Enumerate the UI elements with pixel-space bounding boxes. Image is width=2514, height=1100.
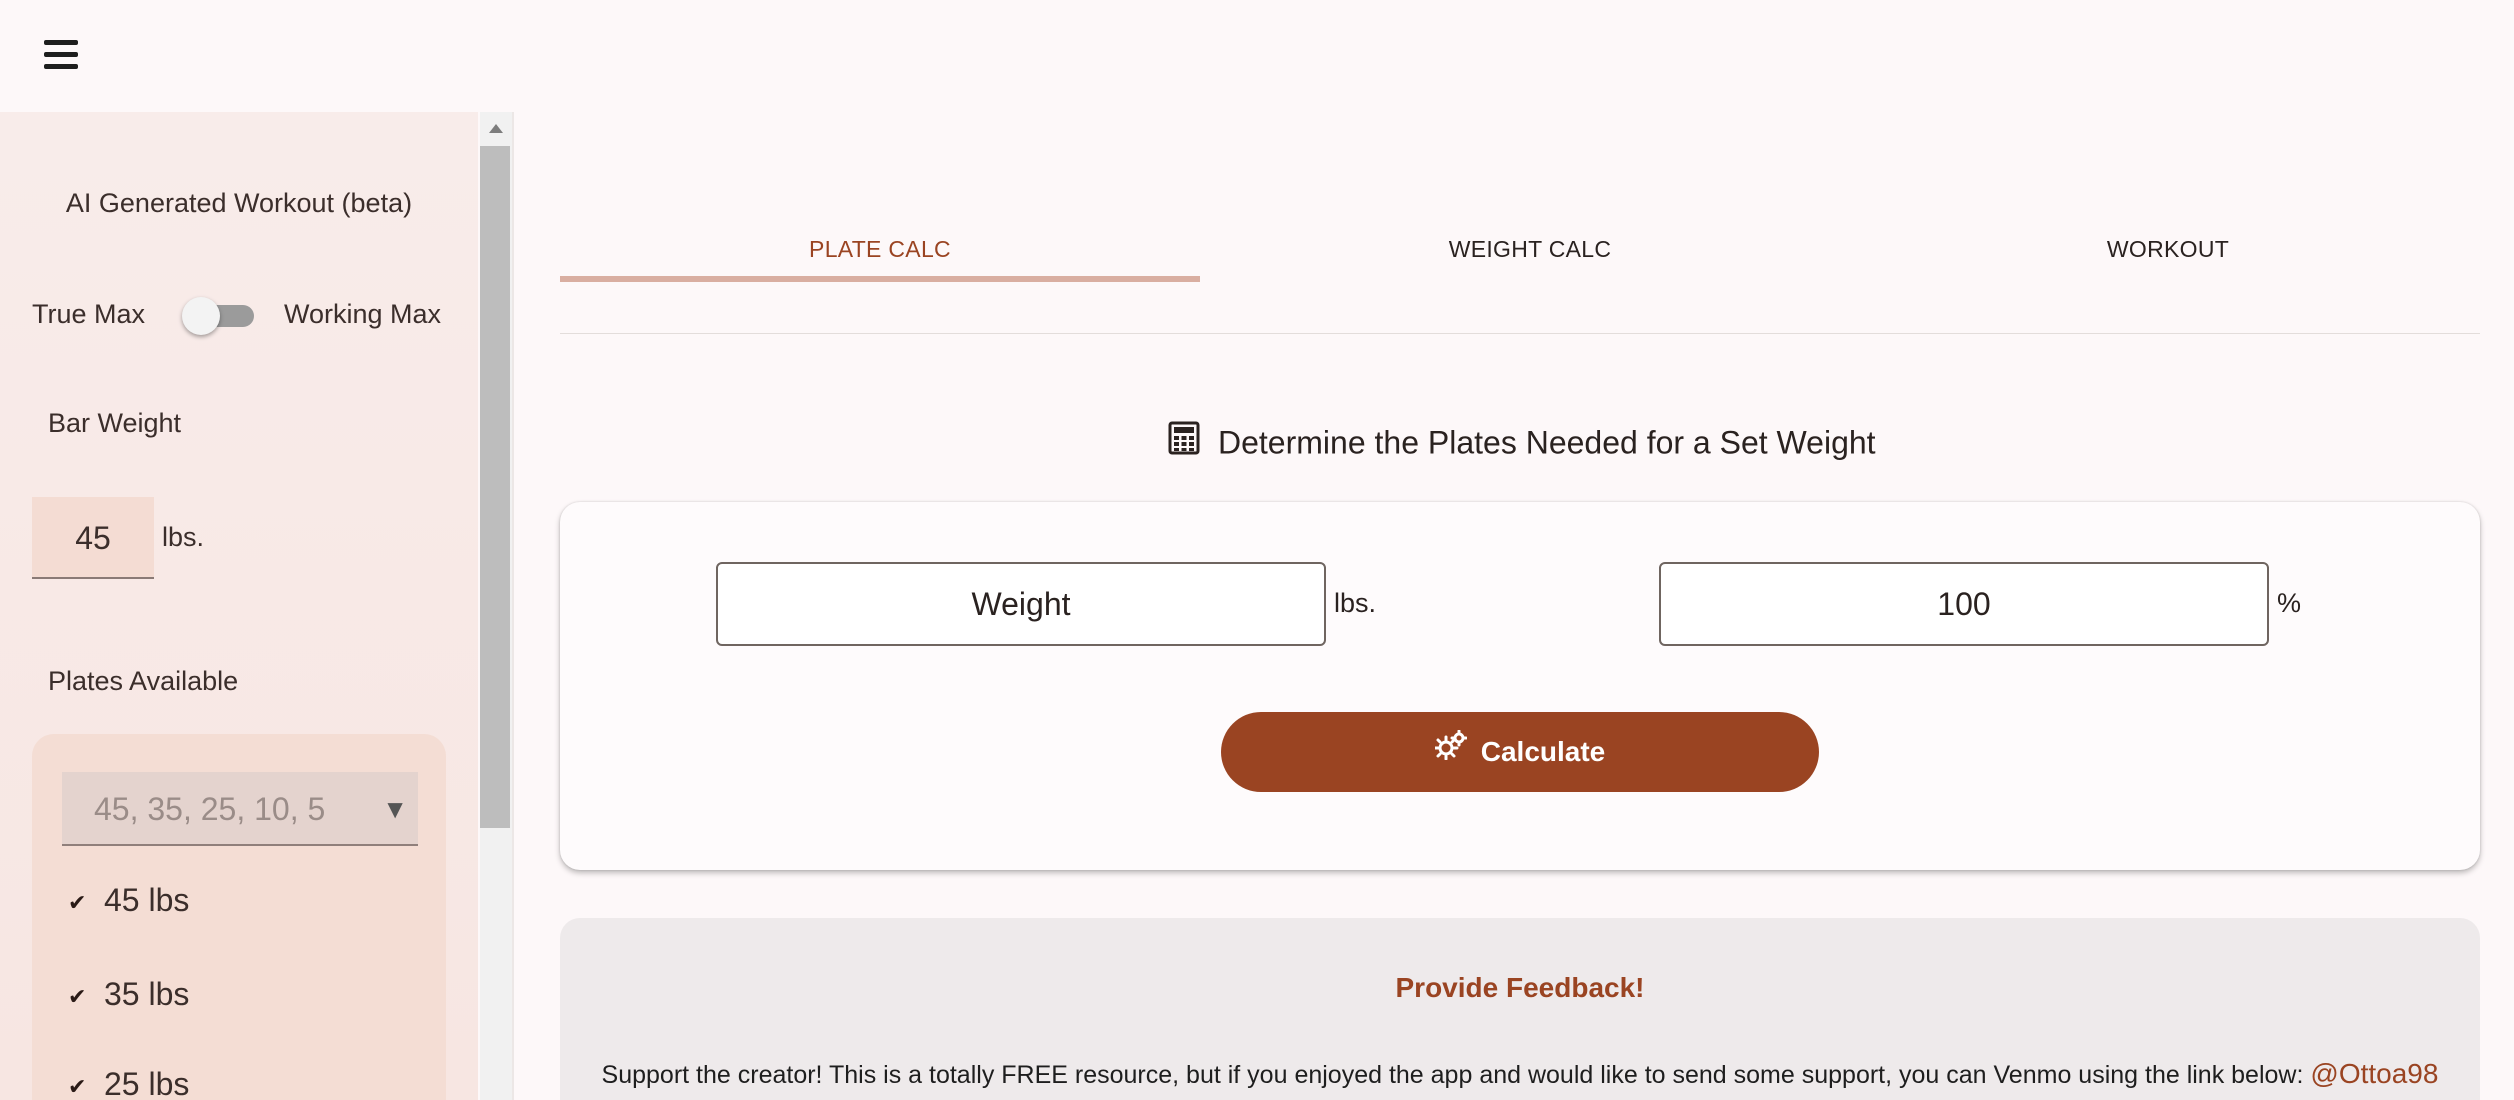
support-message: Support the creator! This is a totally F… [601,1061,2304,1089]
plate-option-label: 35 lbs [104,976,190,1012]
support-text: Support the creator! This is a totally F… [560,1058,2480,1090]
weight-unit: lbs. [1334,588,1377,618]
plate-option-35[interactable]: ✔ 35 lbs [68,972,189,1016]
calculate-label: Calculate [1480,736,1606,767]
plate-option-45[interactable]: ✔ 45 lbs [68,878,189,922]
page-heading: Determine the Plates Needed for a Set We… [1168,421,1876,466]
feedback-card: Provide Feedback! Support the creator! T… [560,918,2480,1100]
top-bar [0,0,2514,112]
check-icon: ✔ [68,983,87,1009]
provide-feedback-link[interactable]: Provide Feedback! [560,972,2480,1004]
check-icon: ✔ [68,1073,87,1099]
weight-input[interactable]: Weight [716,562,1326,646]
percent-input[interactable]: 100 [1659,562,2269,646]
plates-select[interactable]: 45, 35, 25, 10, 5 ▼ [62,772,418,846]
tabs-divider [560,333,2480,334]
tab-weight-calc[interactable]: WEIGHT CALC [1210,210,1850,280]
plates-available-label: Plates Available [48,666,239,696]
calculate-button[interactable]: Calculate [1221,712,1819,792]
gears-icon [1433,711,1468,791]
tab-label: WORKOUT [2106,236,2230,262]
tab-bar: PLATE CALC WEIGHT CALC WORKOUT [560,210,2480,282]
plates-panel: 45, 35, 25, 10, 5 ▼ ✔ 45 lbs ✔ 35 lbs ✔ 25 … [32,734,446,1100]
max-toggle-row: True Max Working Max [32,295,452,335]
heading-text: Determine the Plates Needed for a Set We… [1218,424,1876,461]
check-icon: ✔ [68,889,87,915]
tab-label: WEIGHT CALC [1448,236,1612,262]
plates-select-value: 45, 35, 25, 10, 5 [94,791,326,827]
max-type-toggle[interactable] [182,297,258,335]
bar-weight-label: Bar Weight [48,408,182,438]
plate-calc-card: Weight lbs. 100 % Calculate [560,502,2480,870]
scrollbar-thumb[interactable] [480,146,510,828]
sidebar-scrollbar[interactable] [480,112,512,1100]
sidebar-title: AI Generated Workout (beta) [65,188,413,218]
percent-unit: % [2277,588,2302,618]
tab-label: PLATE CALC [809,236,951,262]
tab-plate-calc[interactable]: PLATE CALC [560,210,1200,282]
hamburger-menu-icon[interactable] [42,36,82,76]
dropdown-arrow-icon[interactable]: ▼ [382,772,408,846]
working-max-label: Working Max [284,299,442,329]
plate-option-label: 25 lbs [104,1066,190,1100]
sidebar-divider [512,112,514,1100]
active-tab-indicator [560,276,1200,282]
plate-option-25[interactable]: ✔ 25 lbs [68,1062,189,1100]
bar-weight-input[interactable]: 45 [32,497,154,579]
scroll-up-arrow-icon[interactable] [489,124,503,133]
bar-weight-unit: lbs. [162,522,205,552]
plate-option-label: 45 lbs [104,882,190,918]
venmo-link[interactable]: @Ottoa98 [2310,1058,2438,1089]
tab-workout[interactable]: WORKOUT [1848,210,2488,280]
sidebar: AI Generated Workout (beta) True Max Wor… [0,112,478,1100]
calculator-icon [1168,421,1200,463]
toggle-thumb[interactable] [182,297,220,335]
true-max-label: True Max [32,299,146,329]
